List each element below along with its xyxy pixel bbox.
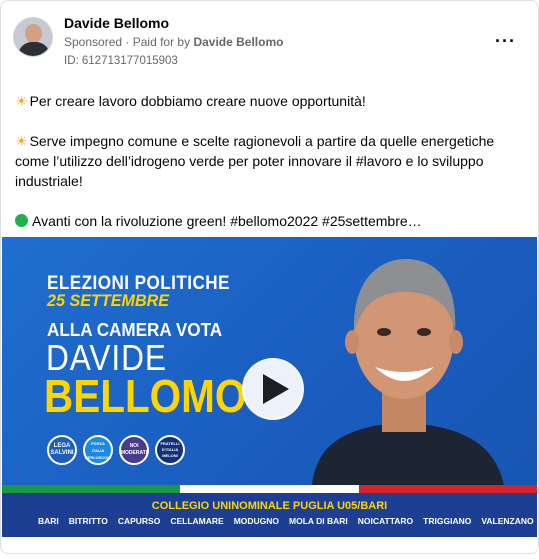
paragraph-1-text: Per creare lavoro dobbiamo creare nuove …: [29, 93, 366, 109]
place-item: BITRITTO: [68, 516, 108, 526]
italian-flag-stripe: [2, 485, 537, 493]
collegio-title: COLLEGIO UNINOMINALE PUGLIA U05/BARI: [151, 500, 388, 512]
place-item: BARI: [38, 516, 59, 526]
avatar-body: [18, 42, 50, 56]
paragraph-2-line-3: industriale!: [15, 173, 83, 189]
sponsored-line: Sponsored · Paid for by Davide Bellomo: [64, 35, 283, 49]
paragraph-2-line-2: come l’utilizzo dell’idrogeno verde per …: [15, 153, 484, 169]
banner-date: 25 SETTEMBRE: [47, 291, 170, 310]
sponsored-post-card: Davide Bellomo Sponsored · Paid for by D…: [0, 0, 539, 554]
place-item: MOLA DI BARI: [289, 516, 348, 526]
avatar-head: [25, 24, 42, 43]
party-logos: LEGA SALVINI FORZA ITALIA BERLUSCONI NOI…: [47, 435, 185, 465]
lega-logo: LEGA SALVINI: [47, 435, 77, 465]
place-item: VALENZANO: [481, 516, 534, 526]
more-options-button[interactable]: ···: [495, 31, 516, 52]
sun-icon: ☀: [15, 93, 28, 109]
paragraph-2-line-1: Serve impegno comune e scelte ragionevol…: [29, 133, 495, 149]
paid-for-prefix: · Paid for by: [125, 35, 191, 49]
fratelli-italia-logo: FRATELLI D'ITALIA MELONI: [155, 435, 185, 465]
candidate-photo: [312, 259, 504, 485]
play-icon: [262, 374, 289, 404]
sponsored-label: Sponsored: [64, 35, 123, 49]
post-paragraph-2: ☀ Serve impegno comune e scelte ragionevo…: [15, 131, 494, 191]
place-item: CAPURSO: [117, 516, 161, 526]
post-paragraph-1: ☀ Per creare lavoro dobbiamo creare nuove…: [15, 91, 366, 111]
play-video-button[interactable]: [242, 358, 304, 420]
banner-footer: COLLEGIO UNINOMINALE PUGLIA U05/BARI BAR…: [2, 493, 537, 537]
ad-id: ID: 612713177015903: [64, 55, 178, 67]
place-item: MODUGNO: [233, 516, 280, 526]
places-list: BARI BITRITTO CAPURSO CELLAMARE MODUGNO …: [38, 516, 534, 526]
sun-icon: ☀: [15, 133, 28, 149]
author-name[interactable]: Davide Bellomo: [64, 15, 169, 31]
noi-moderati-logo: NOI MODERATI: [119, 435, 149, 465]
place-item: CELLAMARE: [170, 516, 224, 526]
paid-by-name: Davide Bellomo: [193, 35, 284, 49]
place-item: NOICATTARO: [357, 516, 414, 526]
author-avatar[interactable]: [13, 17, 53, 57]
paragraph-3-text[interactable]: Avanti con la rivoluzione green! #bellom…: [32, 213, 422, 229]
post-paragraph-3: Avanti con la rivoluzione green! #bellom…: [15, 211, 422, 231]
green-circle-icon: [15, 214, 28, 227]
forza-italia-logo: FORZA ITALIA BERLUSCONI: [83, 435, 113, 465]
place-item: TRIGGIANO: [423, 516, 472, 526]
banner-last-name: BELLOMO: [44, 370, 247, 422]
